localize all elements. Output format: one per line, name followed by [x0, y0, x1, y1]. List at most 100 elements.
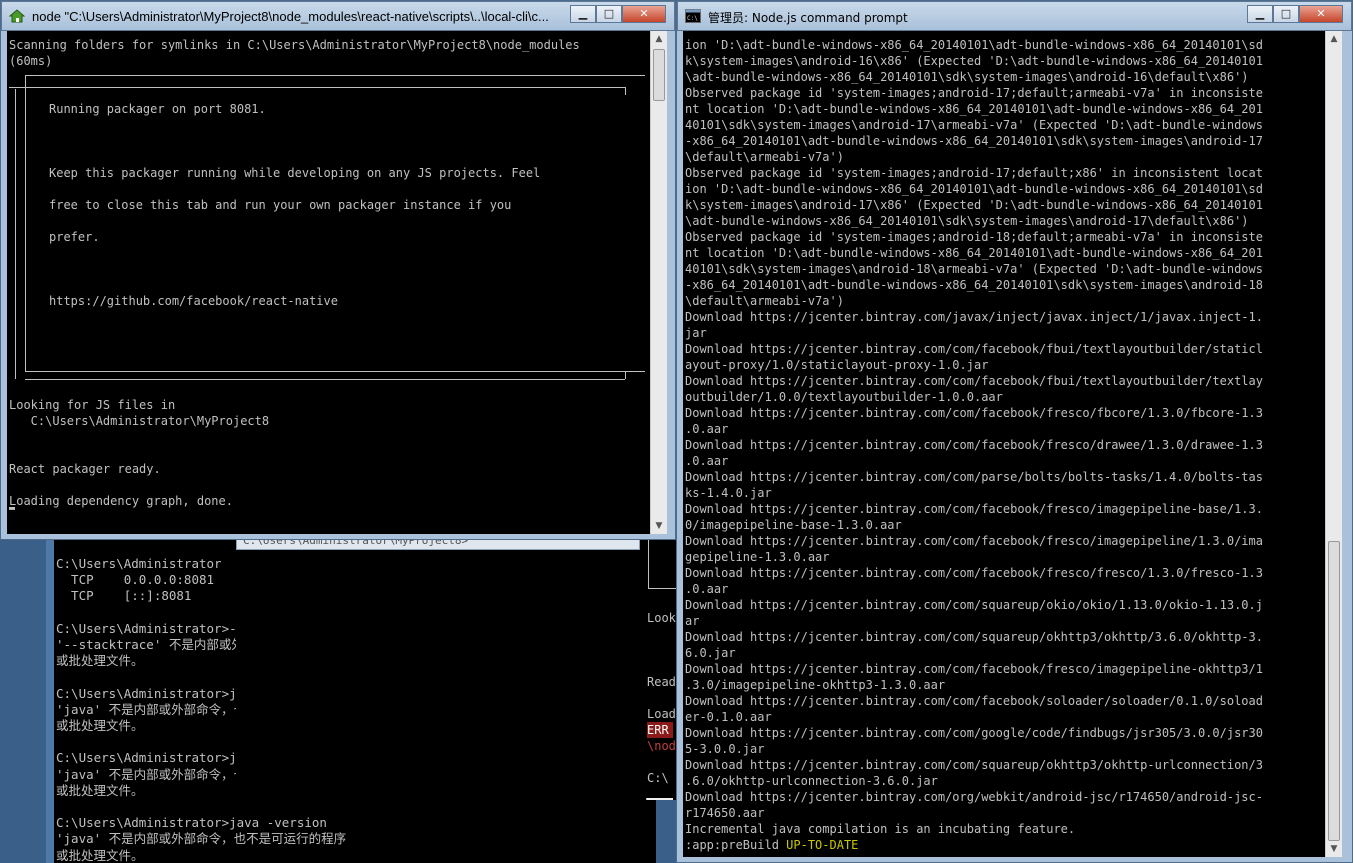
- cmd-console-line: Incremental java compilation is an incub…: [685, 822, 1076, 836]
- node-footer-line: C:\Users\Administrator\MyProject8: [9, 414, 270, 428]
- cmd-console-line: .6.0/okhttp-urlconnection-3.6.0.jar: [685, 774, 938, 788]
- cmd-console-line: -x86_64_20140101\adt-bundle-windows-x86_…: [685, 134, 1263, 148]
- background-console-line: 或批处理文件。: [56, 653, 144, 669]
- cmd-console-line: 0/imagepipeline-base-1.3.0.aar: [685, 518, 902, 532]
- background-console-line: C:\Users\Administrator: [56, 556, 222, 571]
- background-console-line: C:\Users\Administrator>java: [56, 685, 260, 701]
- node-minimize-button[interactable]: ▁: [570, 5, 596, 23]
- node-vertical-scrollbar[interactable]: ▲ ▼: [650, 31, 667, 534]
- background-console-line: 或批处理文件。: [56, 718, 144, 733]
- cmd-console-line: Download https://jcenter.bintray.com/com…: [685, 374, 1263, 388]
- cmd-console-line: 6.0.jar: [685, 646, 736, 660]
- cmd-console-line: ks-1.4.0.jar: [685, 486, 772, 500]
- box-bottom-right-rule: [625, 371, 626, 379]
- cmd-console-line: nt location 'D:\adt-bundle-windows-x86_6…: [685, 246, 1263, 260]
- node-window-title: node "C:\Users\Administrator\MyProject8\…: [32, 9, 549, 24]
- cmd-console-line: .3.0/imagepipeline-okhttp3-1.3.0.aar: [685, 678, 946, 692]
- cmd-maximize-button[interactable]: □: [1273, 5, 1299, 23]
- cmd-console-line: \adt-bundle-windows-x86_64_20140101\sdk\…: [685, 214, 1249, 228]
- up-to-date-status: UP-TO-DATE: [786, 838, 859, 852]
- cmd-console-line: ar: [685, 614, 700, 628]
- cmd-scroll-thumb[interactable]: [1328, 541, 1340, 841]
- cmd-console-line: ion 'D:\adt-bundle-windows-x86_64_201401…: [685, 182, 1263, 196]
- cmd-console-line: gepipeline-1.3.0.aar: [685, 550, 830, 564]
- cmd-console-line: Download https://jcenter.bintray.com/com…: [685, 406, 1263, 420]
- cmd-console-line: Download https://jcenter.bintray.com/org…: [685, 790, 1263, 804]
- cmd-console-line: Download https://jcenter.bintray.com/com…: [685, 534, 1263, 548]
- svg-text:C:\: C:\: [687, 15, 698, 22]
- cmd-console-line: Download https://jcenter.bintray.com/com…: [685, 662, 1263, 676]
- box-right-rule: [625, 87, 626, 95]
- react-native-url: https://github.com/facebook/react-native: [49, 294, 338, 308]
- cmd-console-line: 5-3.0.0.jar: [685, 742, 765, 756]
- box-bottom-rule: [25, 371, 645, 372]
- node-close-button[interactable]: ✕: [622, 5, 666, 23]
- prebuild-status-line: :app:preBuild UP-TO-DATE: [685, 837, 858, 853]
- middle-fragment-load: Load: [647, 707, 676, 721]
- cmd-console-line: Observed package id 'system-images;andro…: [685, 166, 1263, 180]
- node-header-line: (60ms): [9, 54, 53, 68]
- cmd-console-line: er-0.1.0.aar: [685, 710, 772, 724]
- cmd-console-line: Observed package id 'system-images;andro…: [685, 86, 1263, 100]
- middle-fragment-look: Look: [647, 611, 676, 625]
- node-footer-line: Looking for JS files in: [9, 398, 176, 412]
- middle-fragment-read: Read: [647, 675, 676, 689]
- node-window-titlebar[interactable]: node "C:\Users\Administrator\MyProject8\…: [1, 1, 675, 31]
- cmd-console-line: Download https://jcenter.bintray.com/com…: [685, 566, 1263, 580]
- cmd-vertical-scrollbar[interactable]: ▲ ▼: [1325, 31, 1342, 857]
- cmd-console-line: Download https://jcenter.bintray.com/com…: [685, 438, 1263, 452]
- cmd-console-line: outbuilder/1.0.0/textlayoutbuilder-1.0.0…: [685, 390, 1003, 404]
- cmd-console-line: 40101\sdk\system-images\android-18\armea…: [685, 262, 1263, 276]
- box-left-rule: [25, 75, 26, 371]
- nodejs-command-prompt-window[interactable]: C:\ 管理员: Node.js command prompt ▁ □ ✕ io…: [676, 0, 1353, 863]
- cmd-console-line: Download https://jcenter.bintray.com/com…: [685, 758, 1263, 772]
- node-footer-line: React packager ready.: [9, 462, 161, 476]
- middle-fragment-error: ERR: [647, 722, 673, 738]
- node-console-output: Scanning folders for symlinks in C:\User…: [7, 31, 650, 534]
- background-console-line: C:\Users\Administrator>java -version: [56, 815, 327, 831]
- middle-window-strip-frame: [648, 540, 649, 588]
- cmd-close-button[interactable]: ✕: [1299, 5, 1343, 23]
- node-header-line: Scanning folders for symlinks in C:\User…: [9, 38, 580, 52]
- cmd-console-line: ayout-proxy/1.0/staticlayout-proxy-1.0.j…: [685, 358, 989, 372]
- cmd-scroll-up-arrow-icon[interactable]: ▲: [1326, 31, 1342, 47]
- home-icon: [8, 9, 26, 23]
- node-maximize-button[interactable]: □: [596, 5, 622, 23]
- cmd-console-line: \adt-bundle-windows-x86_64_20140101\sdk\…: [685, 70, 1249, 84]
- middle-fragment-node: \nod: [647, 739, 676, 753]
- packager-port-message: Running packager on port 8081.: [49, 102, 266, 116]
- cmd-console-line: Download https://jcenter.bintray.com/com…: [685, 694, 1263, 708]
- background-console-line: 'java' 不是内部或外部命令，也不是可运行的程序: [56, 831, 347, 847]
- cmd-console-output: ion 'D:\adt-bundle-windows-x86_64_201401…: [683, 31, 1325, 857]
- cmd-console-line: jar: [685, 326, 707, 340]
- cmd-console-line: r174650.aar: [685, 806, 765, 820]
- cmd-console-line: nt location 'D:\adt-bundle-windows-x86_6…: [685, 102, 1263, 116]
- cmd-console-line: k\system-images\android-17\x86' (Expecte…: [685, 198, 1263, 212]
- scroll-down-arrow-icon[interactable]: ▼: [651, 518, 667, 534]
- middle-console-window[interactable]: C:\Users\Administrator\MyProject8>: [236, 532, 676, 800]
- cmd-console-line: Download https://jcenter.bintray.com/com…: [685, 342, 1263, 356]
- text-cursor: ▬: [9, 503, 16, 514]
- cmd-console-line: .0.aar: [685, 454, 729, 468]
- cmd-scroll-down-arrow-icon[interactable]: ▼: [1326, 841, 1342, 857]
- cmd-window-title: 管理员: Node.js command prompt: [708, 11, 908, 25]
- cmd-console-line: Observed package id 'system-images;andro…: [685, 230, 1263, 244]
- scroll-thumb[interactable]: [653, 49, 665, 101]
- cmd-console-line: Download https://jcenter.bintray.com/com…: [685, 630, 1263, 644]
- cmd-console-line: .0.aar: [685, 422, 729, 436]
- box-inner-left-rule: [15, 89, 16, 379]
- cmd-window-titlebar[interactable]: C:\ 管理员: Node.js command prompt ▁ □ ✕: [677, 1, 1352, 31]
- cmd-console-line: Download https://jcenter.bintray.com/jav…: [685, 310, 1263, 324]
- cmd-console-line: Download https://jcenter.bintray.com/com…: [685, 470, 1263, 484]
- cmd-minimize-button[interactable]: ▁: [1247, 5, 1273, 23]
- cmd-console-line: \default\armeabi-v7a'): [685, 150, 844, 164]
- box-top-rule: [25, 75, 645, 76]
- cmd-console-line: Download https://jcenter.bintray.com/com…: [685, 502, 1263, 516]
- middle-window-visible-strip: Look Read Load ERR \nod C:\: [644, 540, 676, 798]
- node-footer-line: Loading dependency graph, done.: [9, 494, 233, 508]
- box-bottom-rule-2: [25, 379, 625, 380]
- node-packager-window[interactable]: node "C:\Users\Administrator\MyProject8\…: [0, 0, 676, 540]
- cmd-console-line: ion 'D:\adt-bundle-windows-x86_64_201401…: [685, 38, 1263, 52]
- scroll-up-arrow-icon[interactable]: ▲: [651, 31, 667, 47]
- middle-window-strip-rule: [648, 588, 676, 589]
